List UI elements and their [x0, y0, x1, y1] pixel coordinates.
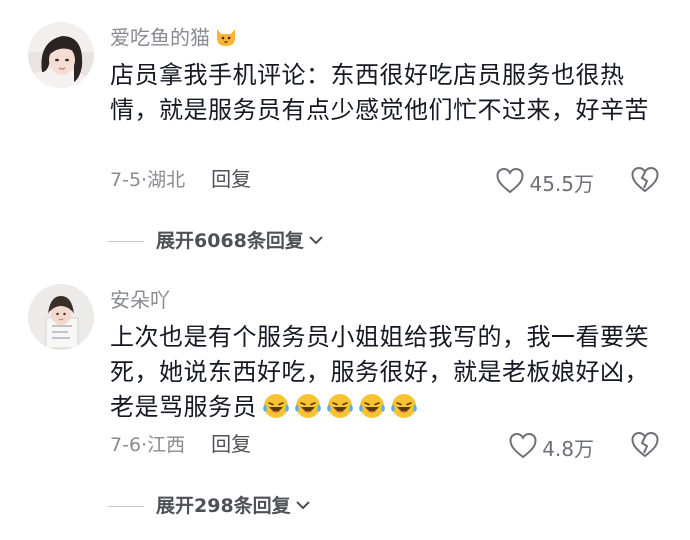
- dislike-button[interactable]: [630, 431, 660, 463]
- emoji-group: [261, 391, 419, 431]
- crying-laughing-icon: [261, 391, 291, 431]
- comment-text: 店员拿我手机评论：东西很好吃店员服务也很热情，就是服务员有点少感觉他们忙不过来，…: [110, 61, 649, 124]
- chevron-down-icon: [307, 229, 325, 253]
- date-location: 7-5·湖北: [110, 169, 186, 191]
- comment-text: 上次也是有个服务员小姐姐给我写的，我一看要笑死，她说东西好吃，服务很好，就是老板…: [110, 320, 670, 431]
- dislike-button[interactable]: [630, 166, 660, 198]
- username[interactable]: 爱吃鱼的猫: [110, 24, 238, 54]
- expand-replies-button[interactable]: 展开298条回复: [108, 494, 312, 518]
- username[interactable]: 安朵吖: [110, 287, 170, 313]
- crying-laughing-icon: [389, 391, 419, 431]
- heart-icon: [508, 432, 538, 465]
- like-button[interactable]: 45.5万: [495, 167, 594, 200]
- comment-item: 安朵吖 上次也是有个服务员小姐姐给我写的，我一看要笑死，她说东西好吃，服务很好，…: [0, 270, 690, 540]
- avatar[interactable]: [28, 284, 94, 350]
- chevron-down-icon: [294, 494, 312, 518]
- divider-line: [108, 505, 144, 507]
- crying-laughing-icon: [293, 391, 323, 431]
- like-count: 45.5万: [529, 171, 594, 196]
- crying-laughing-icon: [357, 391, 387, 431]
- reply-button[interactable]: 回复: [211, 167, 251, 191]
- broken-heart-icon: [631, 431, 659, 458]
- like-count: 4.8万: [542, 436, 594, 461]
- comment-meta: 7-6·江西 回复: [110, 432, 251, 457]
- cat-face-icon: [214, 24, 238, 54]
- divider-line: [108, 240, 144, 242]
- crying-laughing-icon: [325, 391, 355, 431]
- broken-heart-icon: [631, 166, 659, 193]
- expand-replies-button[interactable]: 展开6068条回复: [108, 229, 325, 253]
- heart-icon: [495, 167, 525, 200]
- date-location: 7-6·江西: [110, 434, 186, 456]
- comment-meta: 7-5·湖北 回复: [110, 167, 251, 192]
- like-button[interactable]: 4.8万: [508, 432, 594, 465]
- comment-item: 爱吃鱼的猫 店员拿我手机评论：东西很好吃店员服务也很热情，就是服务员有点少感觉他…: [0, 0, 690, 270]
- avatar[interactable]: [28, 22, 94, 88]
- reply-button[interactable]: 回复: [211, 432, 251, 456]
